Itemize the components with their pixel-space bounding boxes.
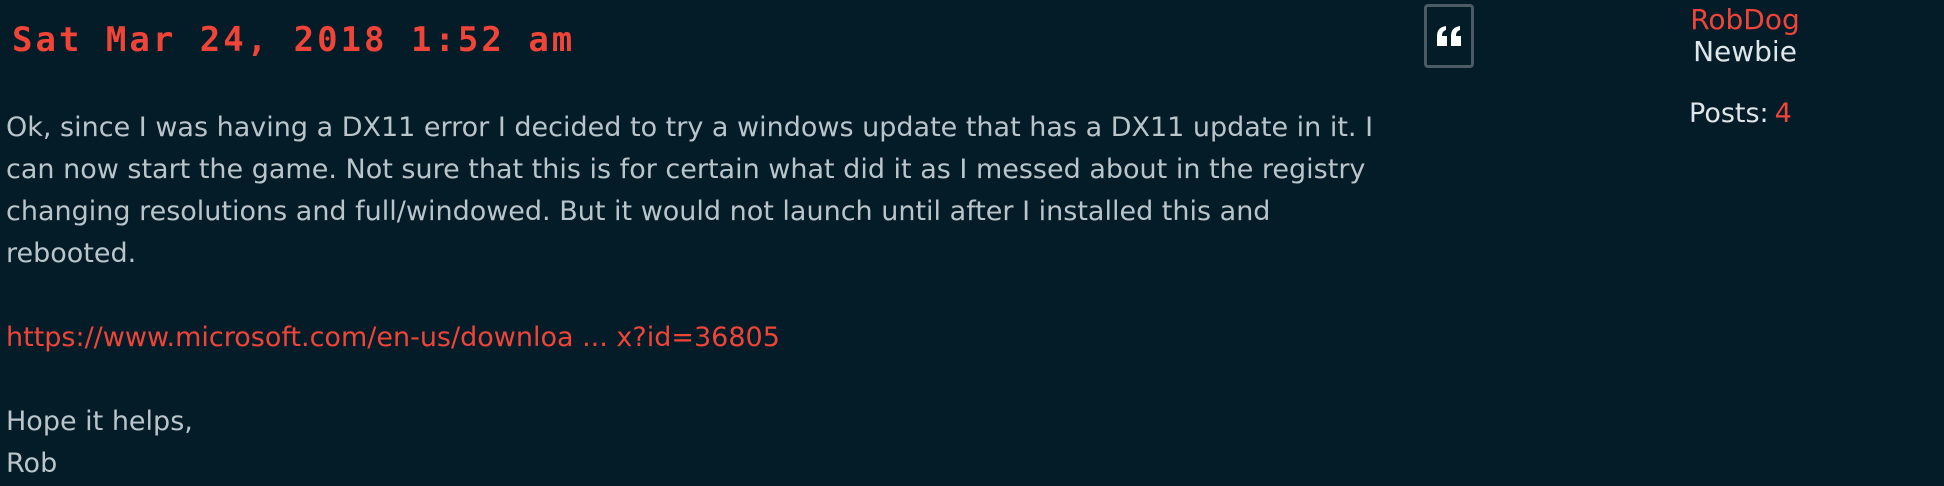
quote-icon [1436,25,1462,47]
post-paragraph: Ok, since I was having a DX11 error I de… [6,107,1476,275]
author-posts-count-link[interactable]: 4 [1775,98,1792,129]
author-rank: Newbie [1693,35,1797,68]
post-closing: Hope it helps, [6,406,193,437]
author-username-link[interactable]: RobDog [1590,2,1900,38]
post-text-line: rebooted. [6,238,137,269]
post-signature: Rob [6,448,58,479]
post-text-line: can now start the game. Not sure that th… [6,154,1366,185]
post-content: Ok, since I was having a DX11 error I de… [6,107,1476,485]
post-text-line: changing resolutions and full/windowed. … [6,196,1271,227]
post-date: Sat Mar 24, 2018 1:52 am [12,20,576,60]
author-posts: Posts: 4 [1689,96,1792,132]
post-text-line: Ok, since I was having a DX11 error I de… [6,112,1374,143]
quote-button[interactable] [1424,4,1474,68]
post-link[interactable]: https://www.microsoft.com/en-us/downloa … [6,322,780,353]
author-posts-label: Posts: [1689,98,1769,129]
